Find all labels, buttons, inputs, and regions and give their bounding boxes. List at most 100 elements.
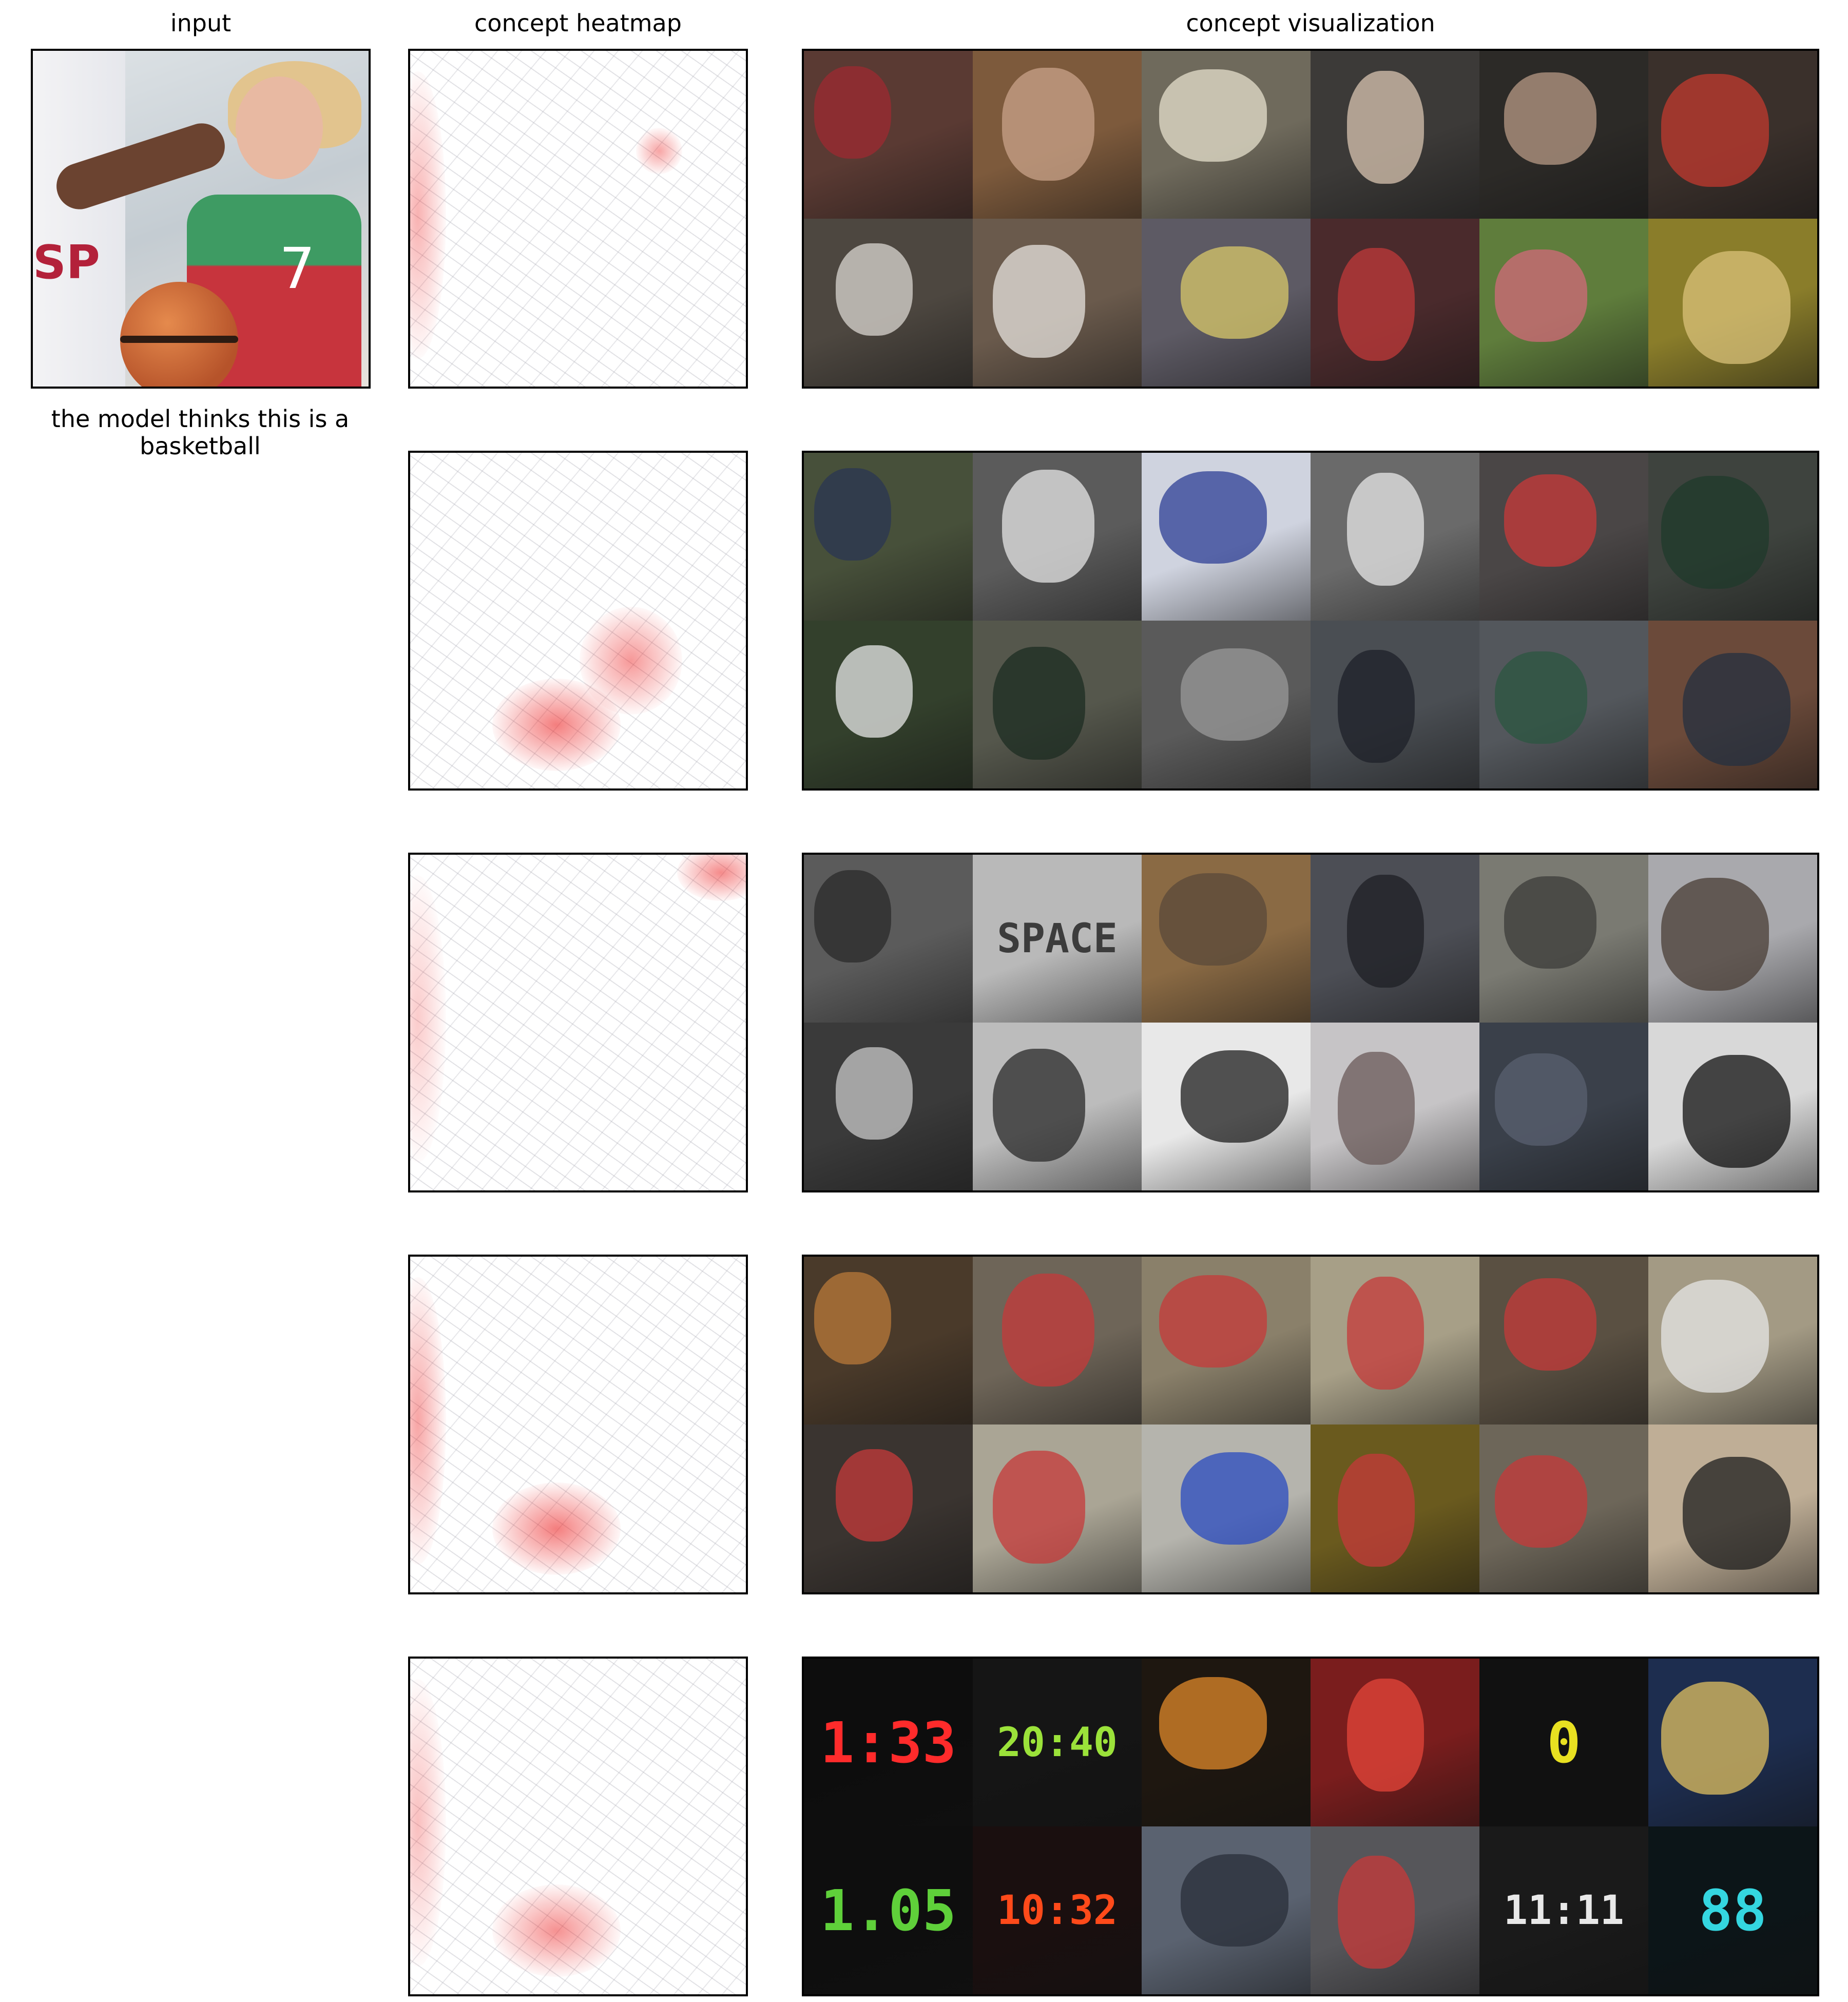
concept-tile — [1142, 1826, 1311, 1994]
concept-tile — [973, 1424, 1142, 1592]
tile-subject — [1495, 651, 1587, 744]
tile-subject — [1159, 873, 1267, 966]
concept-tile — [1142, 1257, 1311, 1424]
concept-heatmap-1 — [408, 49, 748, 389]
tile-subject — [1683, 653, 1791, 766]
concept-visualization-1 — [802, 49, 1819, 389]
concept-visualization-2 — [802, 451, 1819, 791]
tile-text: 20:40 — [997, 1719, 1118, 1766]
tile-subject — [1347, 1277, 1424, 1390]
concept-tile — [804, 453, 973, 621]
concept-tile — [1479, 1257, 1648, 1424]
tile-subject — [1347, 71, 1424, 184]
concept-tile — [1142, 453, 1311, 621]
model-caption: the model thinks this is a basketball — [51, 405, 350, 460]
tile-subject — [1661, 1682, 1769, 1795]
concept-visualization-3: SPACE — [802, 853, 1819, 1192]
column-title-visualization: concept visualization — [1186, 9, 1435, 37]
tile-subject — [1338, 248, 1415, 361]
concept-tile — [1648, 453, 1817, 621]
tile-subject — [1338, 650, 1415, 763]
tile-subject — [1338, 1454, 1415, 1567]
tile-subject — [1181, 1854, 1288, 1947]
tile-subject — [1181, 648, 1288, 741]
tile-subject — [1495, 249, 1587, 342]
tile-text: 88 — [1699, 1877, 1767, 1943]
tile-subject — [1661, 74, 1769, 187]
concept-tile — [804, 855, 973, 1023]
concept-tile — [973, 1257, 1142, 1424]
tile-subject — [1159, 69, 1267, 162]
tile-subject — [1495, 1455, 1587, 1548]
concept-visualization-5: 1:33 20:40 0 1.05 10:32 11:11 88 — [802, 1657, 1819, 1996]
tile-subject — [1504, 876, 1596, 969]
tile-text: 0 — [1547, 1709, 1581, 1776]
concept-tile — [804, 51, 973, 219]
tile-subject — [1159, 1677, 1267, 1769]
concept-tile — [1142, 51, 1311, 219]
tile-subject — [1347, 473, 1424, 586]
jersey-number: 7 — [279, 236, 315, 301]
tile-subject — [1159, 471, 1267, 564]
concept-tile — [1648, 1659, 1817, 1826]
concept-tile — [1311, 1424, 1479, 1592]
concept-tile — [804, 1424, 973, 1592]
input-image: SP 7 — [31, 49, 371, 389]
tile-subject — [1661, 476, 1769, 589]
concept-tile — [1479, 621, 1648, 788]
tile-subject — [993, 245, 1085, 358]
concept-tile: 1.05 — [804, 1826, 973, 1994]
concept-tile — [1648, 51, 1817, 219]
tile-subject — [1338, 1856, 1415, 1969]
concept-tile — [1311, 51, 1479, 219]
concept-tile — [1311, 219, 1479, 387]
tile-subject — [1002, 1274, 1094, 1387]
concept-tile: SPACE — [973, 855, 1142, 1023]
concept-heatmap-3 — [408, 853, 748, 1192]
heatmap-hotspot-ball — [492, 1884, 621, 1977]
tile-text: 1:33 — [820, 1709, 956, 1776]
concept-tile: 1:33 — [804, 1659, 973, 1826]
concept-tile — [973, 219, 1142, 387]
heatmap-hotspot-ball — [492, 1483, 621, 1575]
concept-tile — [804, 1023, 973, 1190]
concept-tile — [973, 51, 1142, 219]
concept-tile — [1479, 1023, 1648, 1190]
tile-subject — [836, 645, 913, 738]
tile-subject — [1683, 1457, 1791, 1570]
tile-subject — [1181, 246, 1288, 339]
tile-subject — [993, 1451, 1085, 1564]
heatmap-edges — [410, 51, 746, 387]
tile-subject — [1159, 1275, 1267, 1368]
tile-subject — [1504, 1278, 1596, 1371]
concept-tile — [1648, 1424, 1817, 1592]
concept-tile — [804, 621, 973, 788]
concept-tile — [1142, 219, 1311, 387]
concept-tile — [1311, 1257, 1479, 1424]
tile-subject — [1347, 875, 1424, 988]
concept-heatmap-2 — [408, 451, 748, 791]
tile-subject — [1504, 72, 1596, 165]
concept-tile: 10:32 — [973, 1826, 1142, 1994]
concept-tile — [1311, 855, 1479, 1023]
tile-subject — [993, 1049, 1085, 1162]
tile-subject — [1181, 1050, 1288, 1143]
tile-subject — [1683, 1055, 1791, 1168]
tile-subject — [814, 468, 891, 561]
concept-heatmap-5 — [408, 1657, 748, 1996]
concept-tile — [1311, 1826, 1479, 1994]
concept-tile: 88 — [1648, 1826, 1817, 1994]
concept-tile — [804, 1257, 973, 1424]
concept-tile — [1311, 453, 1479, 621]
concept-tile — [1479, 1424, 1648, 1592]
tile-subject — [1002, 68, 1094, 181]
concept-tile — [1648, 621, 1817, 788]
concept-visualization-4 — [802, 1255, 1819, 1594]
tile-subject — [1661, 878, 1769, 991]
concept-tile — [1648, 1023, 1817, 1190]
concept-tile — [1142, 1659, 1311, 1826]
concept-heatmap-4 — [408, 1255, 748, 1594]
concept-tile — [973, 621, 1142, 788]
concept-tile: 0 — [1479, 1659, 1648, 1826]
tile-subject — [814, 870, 891, 962]
